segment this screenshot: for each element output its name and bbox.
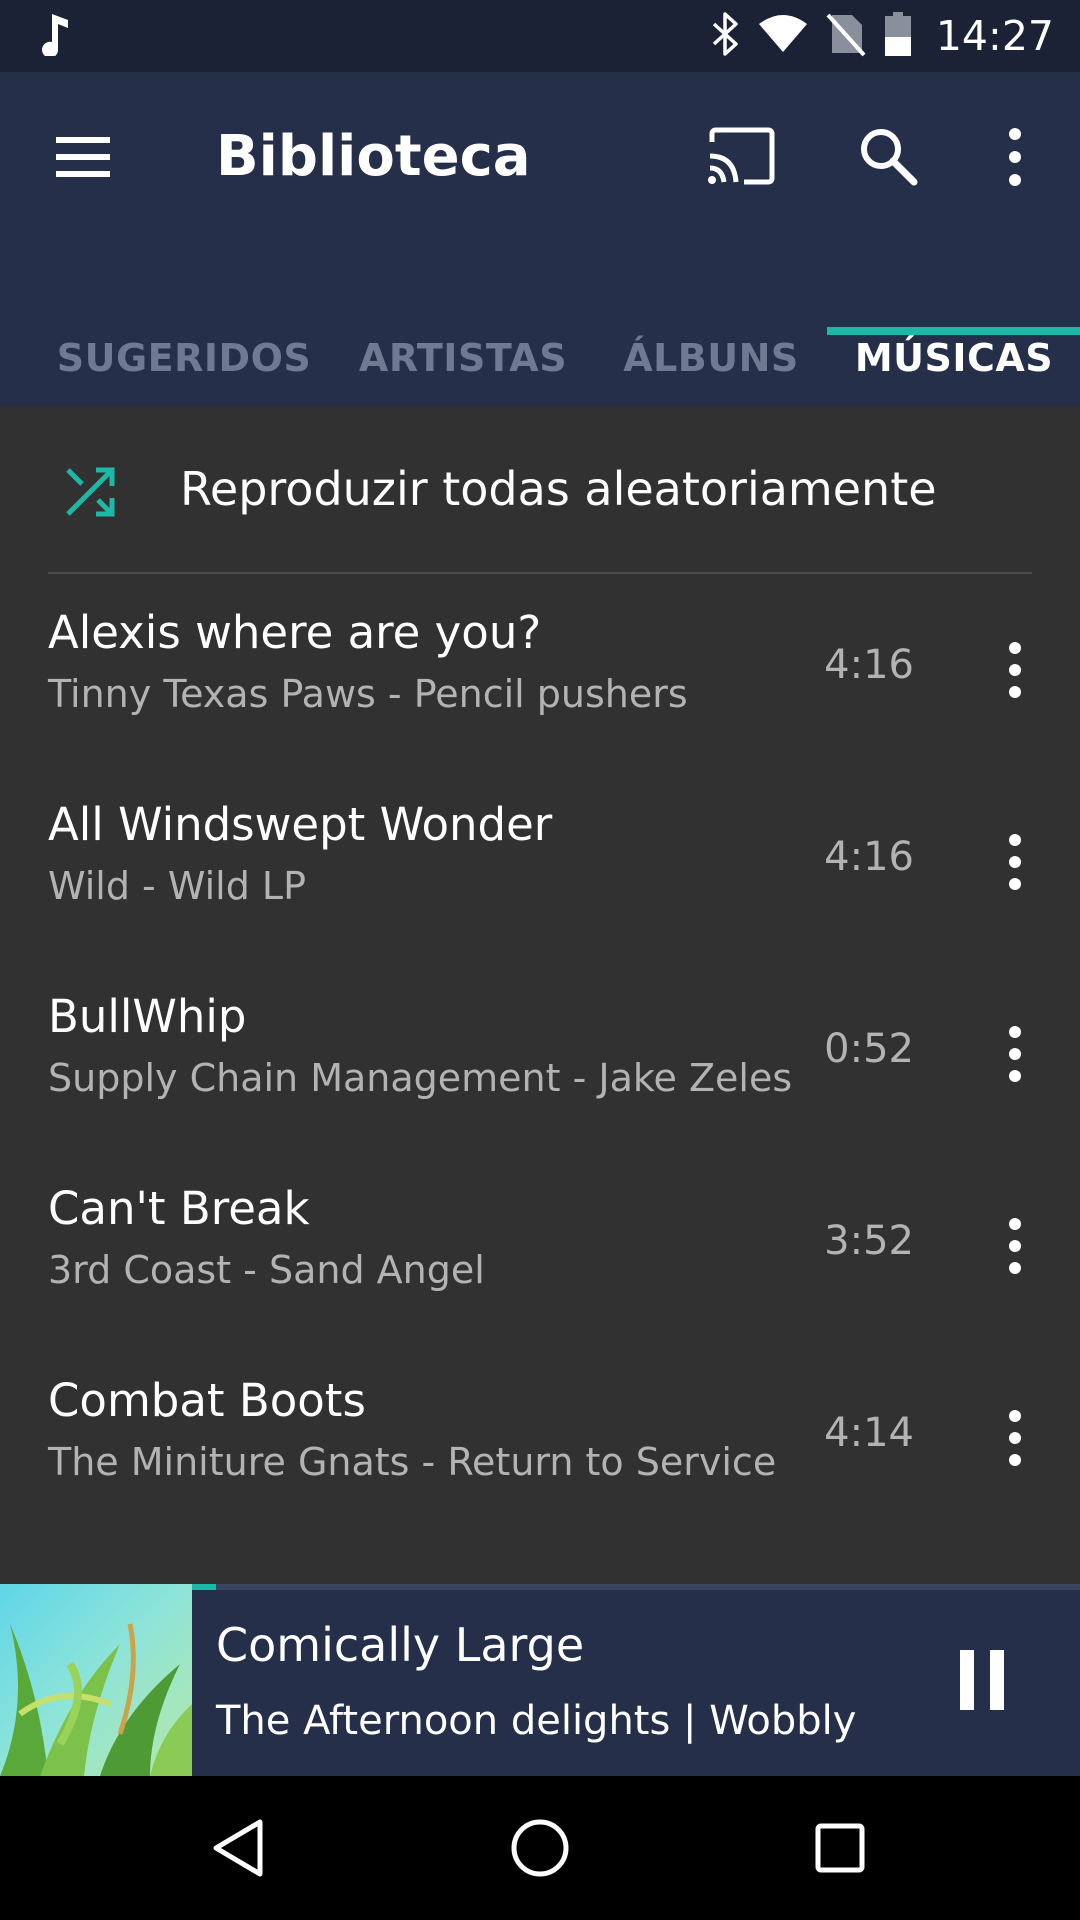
song-duration: 4:16: [824, 834, 914, 880]
song-title: All Windswept Wonder: [48, 798, 553, 851]
song-more-button[interactable]: [990, 1208, 1040, 1284]
song-artist-album: Supply Chain Management - Jake Zeles: [48, 1056, 793, 1100]
now-playing-bar[interactable]: Comically Large The Afternoon delights |…: [0, 1584, 1080, 1776]
more-vert-icon: [990, 834, 1040, 904]
recents-icon: [804, 1823, 876, 1888]
more-vert-icon: [990, 128, 1040, 196]
song-more-button[interactable]: [990, 824, 1040, 900]
status-bar: 14:27: [0, 0, 1080, 72]
search-icon: [856, 129, 920, 192]
toolbar: Biblioteca: [0, 72, 1080, 242]
tab-albuns[interactable]: ÁLBUNS: [606, 310, 816, 406]
song-title: BullWhip: [48, 990, 247, 1043]
song-more-button[interactable]: [990, 1016, 1040, 1092]
song-duration: 4:14: [824, 1410, 914, 1456]
more-vert-icon: [990, 1026, 1040, 1096]
song-duration: 0:52: [824, 1026, 914, 1072]
song-row[interactable]: BullWhip Supply Chain Management - Jake …: [0, 958, 1080, 1150]
song-row[interactable]: Can't Break 3rd Coast - Sand Angel 3:52: [0, 1150, 1080, 1342]
tab-sugeridos[interactable]: SUGERIDOS: [50, 310, 318, 406]
menu-button[interactable]: [50, 127, 116, 187]
no-sim-icon: [826, 11, 866, 61]
tab-indicator: [827, 327, 1080, 335]
song-artist-album: 3rd Coast - Sand Angel: [48, 1248, 485, 1292]
wifi-icon: [758, 14, 808, 58]
shuffle-label: Reproduzir todas aleatoriamente: [180, 462, 937, 516]
now-playing-title: Comically Large: [216, 1618, 585, 1672]
song-row[interactable]: Combat Boots The Miniture Gnats - Return…: [0, 1342, 1080, 1534]
song-row[interactable]: Alexis where are you? Tinny Texas Paws -…: [0, 574, 1080, 766]
recents-button[interactable]: [804, 1812, 876, 1884]
home-icon: [504, 1819, 576, 1888]
battery-icon: [884, 11, 912, 61]
song-duration: 3:52: [824, 1218, 914, 1264]
song-title: Combat Boots: [48, 1374, 366, 1427]
music-note-icon: [38, 12, 72, 60]
menu-icon: [50, 137, 116, 191]
cast-icon: [706, 127, 778, 190]
song-more-button[interactable]: [990, 1400, 1040, 1476]
back-button[interactable]: [204, 1812, 276, 1884]
song-duration: 4:16: [824, 642, 914, 688]
pause-button[interactable]: [950, 1644, 1016, 1716]
back-icon: [204, 1819, 276, 1888]
system-nav-bar: [0, 1776, 1080, 1920]
song-artist-album: The Miniture Gnats - Return to Service: [48, 1440, 777, 1484]
page-title: Biblioteca: [216, 124, 531, 189]
tab-musicas[interactable]: MÚSICAS: [842, 310, 1066, 406]
shuffle-icon: [64, 466, 116, 518]
tab-artistas[interactable]: ARTISTAS: [348, 310, 578, 406]
album-art[interactable]: [0, 1584, 192, 1776]
bluetooth-icon: [710, 12, 740, 60]
now-playing-subtitle: The Afternoon delights | Wobbly: [216, 1698, 857, 1744]
song-row[interactable]: All Windswept Wonder Wild - Wild LP 4:16: [0, 766, 1080, 958]
more-vert-icon: [990, 642, 1040, 712]
song-list: Reproduzir todas aleatoriamente Alexis w…: [0, 406, 1080, 1586]
song-title: Alexis where are you?: [48, 606, 542, 659]
more-vert-icon: [990, 1410, 1040, 1480]
song-title: Can't Break: [48, 1182, 310, 1235]
tab-bar: SUGERIDOS ARTISTAS ÁLBUNS MÚSICAS: [0, 310, 1080, 406]
more-vert-icon: [990, 1218, 1040, 1288]
search-button[interactable]: [856, 124, 920, 188]
status-time: 14:27: [935, 12, 1054, 60]
song-more-button[interactable]: [990, 632, 1040, 708]
pause-icon: [950, 1650, 1016, 1720]
status-icons: 14:27: [710, 11, 1054, 61]
home-button[interactable]: [504, 1812, 576, 1884]
song-artist-album: Wild - Wild LP: [48, 864, 306, 908]
song-artist-album: Tinny Texas Paws - Pencil pushers: [48, 672, 688, 716]
cast-button[interactable]: [706, 126, 778, 186]
app-bar: Biblioteca SUGERIDOS ARTISTAS ÁLBUNS MÚS…: [0, 72, 1080, 406]
shuffle-all-button[interactable]: Reproduzir todas aleatoriamente: [0, 406, 1080, 574]
more-options-button[interactable]: [990, 122, 1040, 192]
